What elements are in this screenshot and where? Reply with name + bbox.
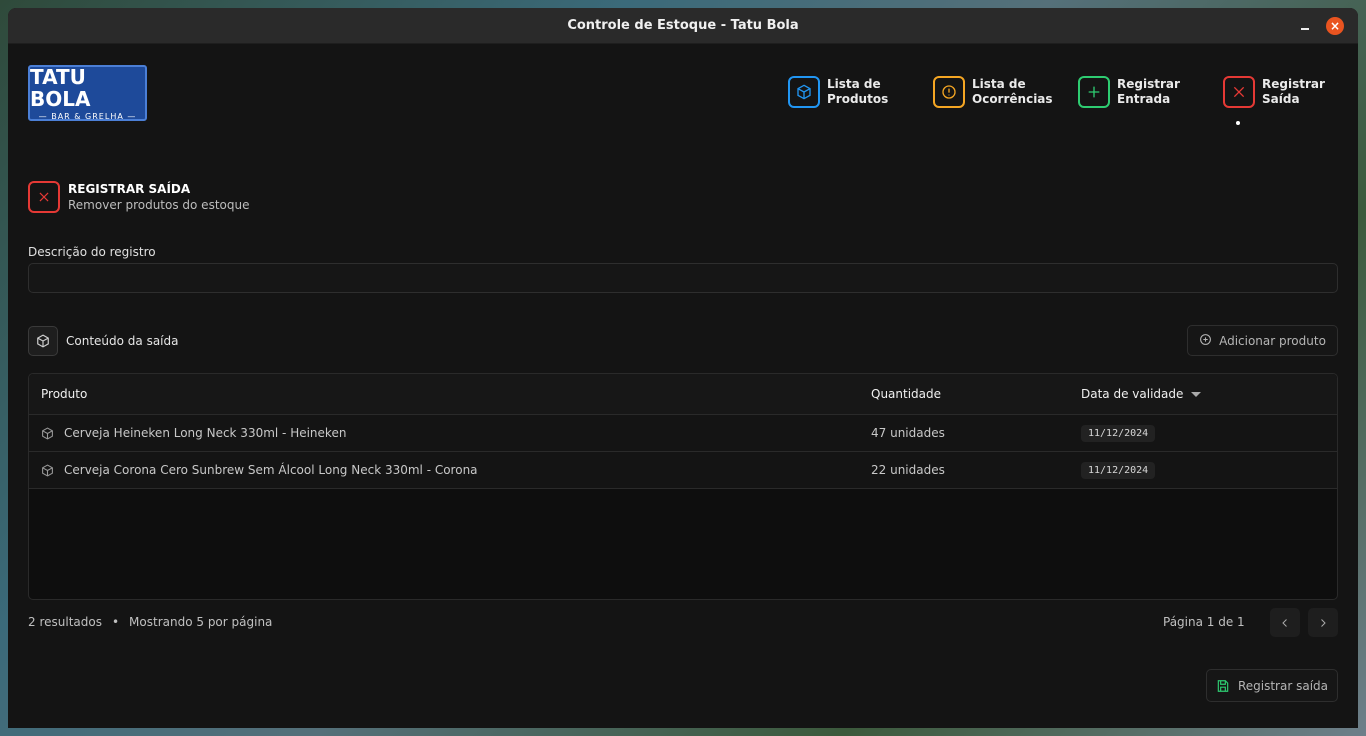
plus-circle-icon xyxy=(1199,333,1212,349)
content-header: Conteúdo da saída xyxy=(28,326,179,356)
page-info: Página 1 de 1 xyxy=(1163,615,1245,629)
nav-label: Registrar Saída xyxy=(1262,77,1325,106)
expiry-date: 11/12/2024 xyxy=(1081,461,1156,479)
add-product-label: Adicionar produto xyxy=(1219,333,1326,348)
content-title: Conteúdo da saída xyxy=(66,334,179,348)
product-quantity: 47 unidades xyxy=(871,426,945,440)
register-exit-button[interactable]: Registrar saída xyxy=(1206,669,1338,702)
nav-registrar-saida[interactable]: Registrar Saída xyxy=(1223,76,1358,125)
box-icon xyxy=(41,426,54,440)
close-button[interactable]: × xyxy=(1326,17,1344,35)
column-header-produto[interactable]: Produto xyxy=(29,387,871,401)
window-title: Controle de Estoque - Tatu Bola xyxy=(567,18,799,33)
description-input[interactable] xyxy=(28,263,1338,293)
box-icon xyxy=(41,463,54,477)
app-window: Controle de Estoque - Tatu Bola × TATU B… xyxy=(8,8,1358,728)
x-icon xyxy=(28,181,60,213)
nav-label: Registrar Entrada xyxy=(1117,77,1180,106)
expiry-date: 11/12/2024 xyxy=(1081,424,1156,442)
chevron-right-icon xyxy=(1321,618,1326,627)
logo-title: TATU BOLA xyxy=(30,64,91,111)
plus-icon xyxy=(1078,76,1110,108)
prev-page-button[interactable] xyxy=(1270,608,1300,637)
logo-subtitle: — BAR & GRELHA — xyxy=(38,111,137,121)
save-icon xyxy=(1216,679,1230,693)
product-name: Cerveja Heineken Long Neck 330ml - Heine… xyxy=(64,426,347,440)
section-subtitle: Remover produtos do estoque xyxy=(68,198,250,212)
table-row[interactable]: Cerveja Heineken Long Neck 330ml - Heine… xyxy=(29,415,1337,452)
product-name: Cerveja Corona Cero Sunbrew Sem Álcool L… xyxy=(64,463,478,477)
logo: TATU BOLA — BAR & GRELHA — xyxy=(28,65,147,121)
next-page-button[interactable] xyxy=(1308,608,1338,637)
table-row[interactable]: Cerveja Corona Cero Sunbrew Sem Álcool L… xyxy=(29,452,1337,489)
box-icon xyxy=(28,326,58,356)
section-title: REGISTRAR SAÍDA xyxy=(68,182,191,196)
nav-lista-ocorrencias[interactable]: Lista de Ocorrências xyxy=(933,76,1078,108)
nav-lista-produtos[interactable]: Lista de Produtos xyxy=(788,76,933,108)
sort-desc-icon xyxy=(1191,391,1202,397)
separator-dot: • xyxy=(111,615,120,629)
product-quantity: 22 unidades xyxy=(871,463,945,477)
column-header-validade[interactable]: Data de validade xyxy=(1081,387,1337,401)
top-nav: Lista de Produtos Lista de Ocorrências R… xyxy=(788,76,1358,125)
x-icon xyxy=(1223,76,1255,108)
add-product-button[interactable]: Adicionar produto xyxy=(1187,325,1338,356)
description-label: Descrição do registro xyxy=(28,245,156,259)
column-header-quantidade[interactable]: Quantidade xyxy=(871,387,1081,401)
title-bar: Controle de Estoque - Tatu Bola × xyxy=(8,8,1358,44)
nav-label: Lista de Ocorrências xyxy=(972,77,1053,106)
box-icon xyxy=(788,76,820,108)
per-page-info: Mostrando 5 por página xyxy=(129,615,273,629)
products-table: Produto Quantidade Data de validade Cerv… xyxy=(28,373,1338,600)
register-exit-label: Registrar saída xyxy=(1237,678,1329,693)
nav-label: Lista de Produtos xyxy=(827,77,889,106)
nav-registrar-entrada[interactable]: Registrar Entrada xyxy=(1078,76,1223,108)
column-header-validade-label: Data de validade xyxy=(1081,387,1184,401)
minimize-button[interactable] xyxy=(1298,18,1312,32)
table-header: Produto Quantidade Data de validade xyxy=(29,374,1337,415)
pagination-summary: 2 resultados • Mostrando 5 por página xyxy=(28,615,272,629)
chevron-left-icon xyxy=(1282,618,1287,627)
results-count: 2 resultados xyxy=(28,615,102,629)
active-indicator xyxy=(1236,121,1240,125)
alert-circle-icon xyxy=(933,76,965,108)
section-header: REGISTRAR SAÍDA Remover produtos do esto… xyxy=(28,181,249,213)
